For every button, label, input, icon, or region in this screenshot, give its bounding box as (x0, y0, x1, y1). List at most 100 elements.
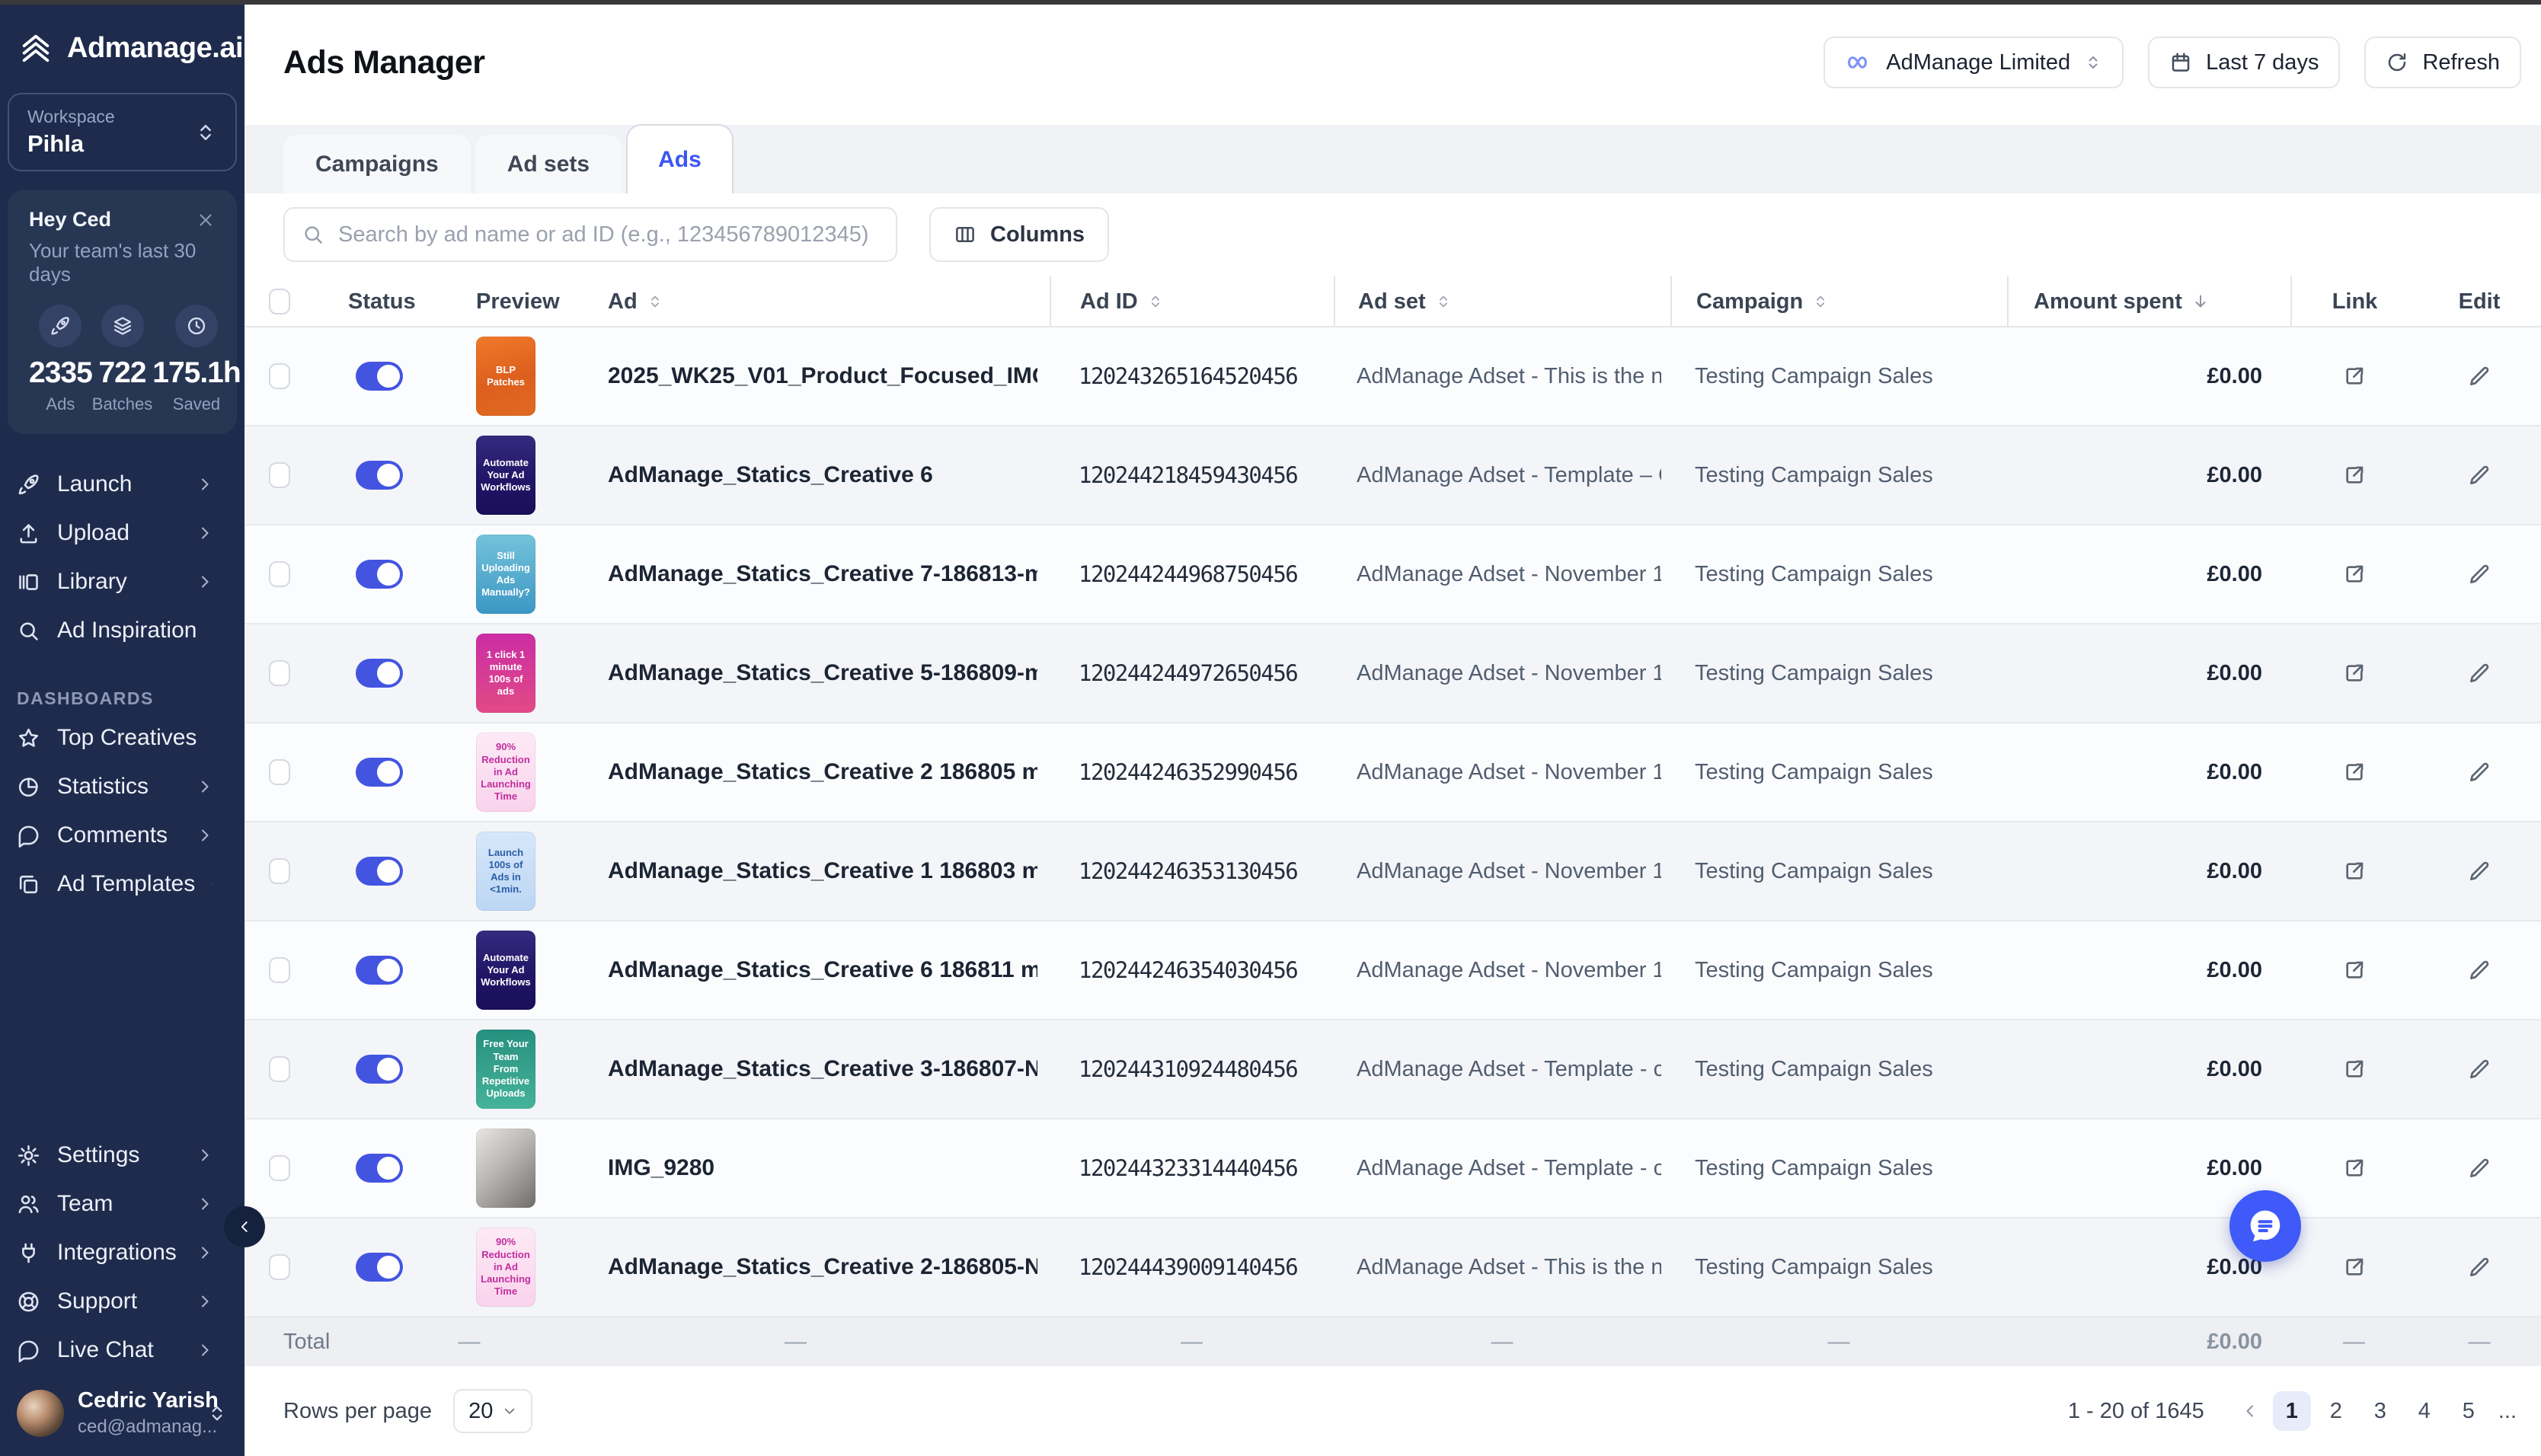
columns-button[interactable]: Columns (929, 207, 1109, 262)
row-checkbox[interactable] (269, 660, 290, 686)
open-link-icon[interactable] (2342, 1156, 2367, 1180)
open-link-icon[interactable] (2342, 364, 2367, 388)
edit-icon[interactable] (2467, 958, 2491, 982)
status-toggle[interactable] (356, 659, 403, 688)
sidebar-item-integrations[interactable]: Integrations (0, 1228, 245, 1277)
sidebar-item-ad-templates[interactable]: Ad Templates (0, 860, 245, 908)
amount-spent: £0.00 (2207, 1156, 2262, 1181)
page-button-2[interactable]: 2 (2317, 1391, 2355, 1431)
row-checkbox[interactable] (269, 561, 290, 587)
refresh-button[interactable]: Refresh (2364, 37, 2521, 88)
open-link-icon[interactable] (2342, 859, 2367, 883)
sidebar-item-settings[interactable]: Settings (0, 1131, 245, 1180)
edit-icon[interactable] (2467, 661, 2491, 685)
page-button-3[interactable]: 3 (2361, 1391, 2399, 1431)
page-button-5[interactable]: 5 (2450, 1391, 2488, 1431)
ad-preview-thumbnail[interactable]: Launch 100s of Ads in <1min. (476, 832, 535, 911)
select-all-checkbox[interactable] (269, 289, 290, 315)
sidebar-item-upload[interactable]: Upload (0, 509, 245, 557)
edit-icon[interactable] (2467, 760, 2491, 784)
row-checkbox[interactable] (269, 1254, 290, 1280)
date-range-picker[interactable]: Last 7 days (2148, 37, 2340, 88)
close-icon[interactable] (196, 210, 216, 230)
ad-preview-thumbnail[interactable]: 90% Reduction in Ad Launching Time (476, 1228, 535, 1307)
status-toggle[interactable] (356, 560, 403, 589)
ad-preview-thumbnail[interactable] (476, 1129, 535, 1208)
previous-page-button[interactable] (2233, 1394, 2267, 1428)
status-toggle[interactable] (356, 461, 403, 490)
edit-icon[interactable] (2467, 1255, 2491, 1279)
search-input[interactable] (338, 222, 881, 247)
edit-icon[interactable] (2467, 859, 2491, 883)
open-link-icon[interactable] (2342, 463, 2367, 487)
user-menu[interactable]: Cedric Yarish ced@admanag... (0, 1375, 245, 1438)
row-checkbox[interactable] (269, 1056, 290, 1082)
lifebuoy-icon (17, 1290, 40, 1314)
col-ad-set-sort[interactable]: Ad set (1334, 276, 1670, 327)
chevron-right-icon (196, 1341, 214, 1359)
sidebar-item-launch[interactable]: Launch (0, 460, 245, 509)
ad-preview-thumbnail[interactable]: Free Your Team From Repetitive Uploads (476, 1030, 535, 1109)
col-campaign-sort[interactable]: Campaign (1670, 276, 2007, 327)
status-toggle[interactable] (356, 1055, 403, 1084)
sidebar-item-live-chat[interactable]: Live Chat (0, 1326, 245, 1375)
page-button-4[interactable]: 4 (2405, 1391, 2444, 1431)
sidebar-item-ad-inspiration[interactable]: Ad Inspiration (0, 606, 245, 655)
col-ad-id-sort[interactable]: Ad ID (1050, 276, 1334, 327)
status-toggle[interactable] (356, 1253, 403, 1282)
edit-icon[interactable] (2467, 562, 2491, 586)
sidebar-item-statistics[interactable]: Statistics (0, 762, 245, 811)
edit-icon[interactable] (2467, 1057, 2491, 1081)
ad-preview-thumbnail[interactable]: 1 click 1 minute 100s of ads (476, 634, 535, 713)
open-link-icon[interactable] (2342, 760, 2367, 784)
chevron-right-icon (213, 621, 214, 640)
edit-icon[interactable] (2467, 1156, 2491, 1180)
row-checkbox[interactable] (269, 759, 290, 785)
edit-icon[interactable] (2467, 364, 2491, 388)
sidebar-item-library[interactable]: Library (0, 557, 245, 606)
rows-per-page-select[interactable]: 20 (453, 1389, 532, 1433)
status-toggle[interactable] (356, 758, 403, 787)
status-toggle[interactable] (356, 362, 403, 391)
ad-preview-thumbnail[interactable]: Still Uploading Ads Manually? (476, 535, 535, 614)
ad-account-selector[interactable]: AdManage Limited (1823, 37, 2124, 88)
open-link-icon[interactable] (2342, 661, 2367, 685)
open-link-icon[interactable] (2342, 1255, 2367, 1279)
open-link-icon[interactable] (2342, 958, 2367, 982)
brand[interactable]: Admanage.ai (0, 30, 245, 65)
ad-preview-thumbnail[interactable]: 90% Reduction in Ad Launching Time (476, 733, 535, 812)
ad-preview-thumbnail[interactable]: Automate Your Ad Workflows (476, 931, 535, 1010)
sidebar-item-comments[interactable]: Comments (0, 811, 245, 860)
page-button-1[interactable]: 1 (2273, 1391, 2311, 1431)
row-checkbox[interactable] (269, 858, 290, 884)
plug-icon (17, 1241, 40, 1265)
status-toggle[interactable] (356, 1154, 403, 1183)
tab-ads[interactable]: Ads (626, 124, 734, 193)
open-link-icon[interactable] (2342, 1057, 2367, 1081)
edit-icon[interactable] (2467, 463, 2491, 487)
ad-id: 120244310924480456 (1079, 1056, 1297, 1082)
status-toggle[interactable] (356, 956, 403, 985)
stat-value: 175.1h (152, 356, 240, 390)
sidebar-item-top-creatives[interactable]: Top Creatives (0, 714, 245, 762)
ad-preview-thumbnail[interactable]: Automate Your Ad Workflows (476, 436, 535, 515)
col-amount-spent-sort[interactable]: Amount spent (2007, 276, 2290, 327)
row-checkbox[interactable] (269, 957, 290, 983)
row-checkbox[interactable] (269, 462, 290, 488)
sidebar-item-team[interactable]: Team (0, 1180, 245, 1228)
status-toggle[interactable] (356, 857, 403, 886)
ad-set: AdManage Adset - Template - copy: (1357, 1057, 1661, 1082)
ad-preview-thumbnail[interactable]: BLP Patches (476, 337, 535, 416)
open-link-icon[interactable] (2342, 562, 2367, 586)
main-area: Ads Manager AdManage Limited Last 7 days… (245, 5, 2541, 1456)
workspace-selector[interactable]: Workspace Pihla (8, 93, 237, 171)
tab-ad-sets[interactable]: Ad sets (475, 135, 622, 193)
row-checkbox[interactable] (269, 1155, 290, 1181)
sidebar-collapse-button[interactable] (224, 1206, 265, 1247)
sidebar-item-support[interactable]: Support (0, 1277, 245, 1326)
table-row: 1 click 1 minute 100s of ads AdManage_St… (245, 624, 2541, 723)
row-checkbox[interactable] (269, 363, 290, 389)
tab-campaigns[interactable]: Campaigns (283, 135, 471, 193)
live-chat-fab[interactable] (2229, 1190, 2301, 1262)
col-ad-sort[interactable]: Ad (542, 276, 1050, 327)
